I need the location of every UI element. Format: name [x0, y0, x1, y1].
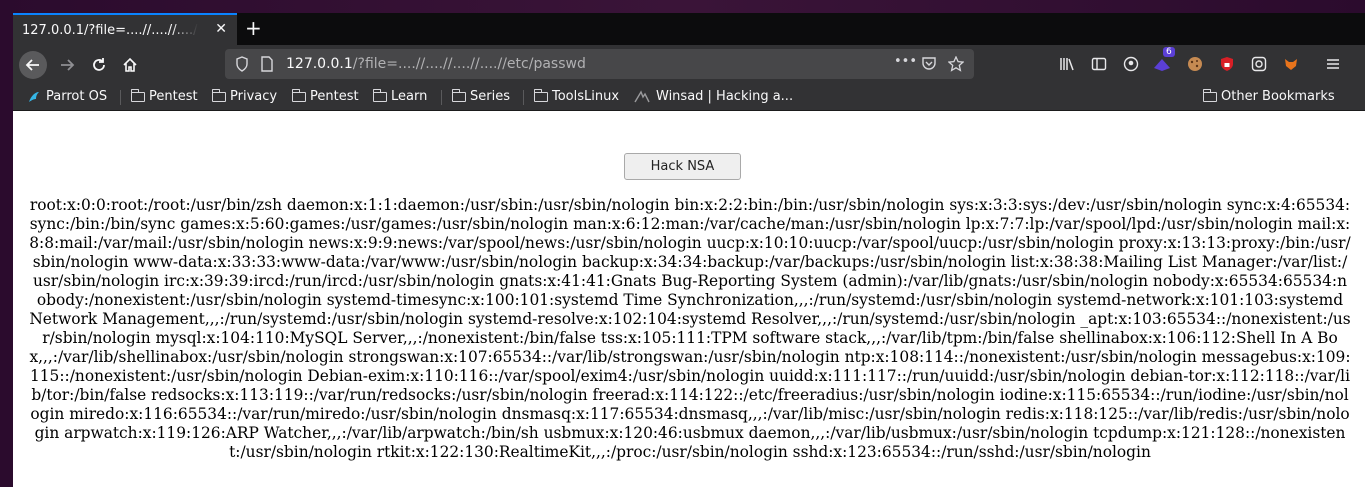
forward-button[interactable]	[53, 51, 81, 79]
page-actions-icon[interactable]: •••	[894, 54, 917, 69]
close-tab-icon[interactable]: ✕	[215, 21, 227, 37]
cookie-icon[interactable]	[1187, 56, 1203, 76]
folder-icon	[373, 88, 387, 102]
screenshot-icon[interactable]	[1251, 56, 1267, 76]
browser-window: 127.0.0.1/?file=....//....//....//....//…	[13, 13, 1365, 487]
bookmark-label: ToolsLinux	[552, 89, 620, 104]
hack-nsa-button[interactable]: Hack NSA	[624, 153, 741, 180]
bookmark-parrot-os[interactable]: Parrot OS	[27, 89, 107, 104]
bookmark-label: Series	[470, 89, 510, 104]
bookmark-label: Privacy	[230, 89, 278, 104]
ublock-icon[interactable]	[1219, 56, 1235, 76]
winsad-favicon-icon	[634, 89, 650, 102]
folder-icon	[1203, 88, 1217, 102]
page-content: Hack NSA root:x:0:0:root:/root:/usr/bin/…	[13, 111, 1365, 487]
url-host: 127.0.0.1	[286, 56, 353, 72]
bookmark-folder-toolslinux[interactable]: ToolsLinux	[534, 88, 620, 104]
pocket-icon[interactable]	[921, 56, 937, 76]
folder-icon	[452, 88, 466, 102]
bookmark-label: Other Bookmarks	[1221, 89, 1335, 104]
reload-button[interactable]	[85, 51, 113, 79]
bookmark-label: Pentest	[310, 89, 359, 104]
bookmark-star-icon[interactable]	[947, 55, 965, 76]
bookmark-separator	[120, 90, 121, 105]
new-tab-icon[interactable]: +	[245, 16, 262, 40]
bookmark-folder-other[interactable]: Other Bookmarks	[1203, 88, 1335, 104]
back-button[interactable]	[19, 51, 47, 79]
active-tab[interactable]: 127.0.0.1/?file=....//....//....//....//…	[13, 13, 237, 45]
folder-icon	[534, 88, 548, 102]
menu-hamburger-icon[interactable]	[1325, 56, 1341, 76]
account-icon[interactable]	[1123, 56, 1139, 76]
address-bar[interactable]: 127.0.0.1/?file=....//....//....//....//…	[225, 49, 974, 79]
bookmark-folder-pentest-2[interactable]: Pentest	[292, 88, 359, 104]
back-arrow-icon	[25, 59, 39, 71]
bookmark-label: Parrot OS	[46, 89, 108, 104]
bookmark-separator	[441, 90, 442, 105]
bookmark-folder-series[interactable]: Series	[452, 88, 510, 104]
page-info-icon[interactable]	[261, 56, 273, 76]
sidebar-icon[interactable]	[1091, 56, 1107, 76]
home-button[interactable]	[116, 51, 144, 79]
bookmark-winsad[interactable]: Winsad | Hacking a...	[634, 89, 793, 104]
nav-bar: 127.0.0.1/?file=....//....//....//....//…	[13, 45, 1365, 85]
url-path: /?file=....//....//....//....//etc/passw…	[352, 56, 586, 72]
folder-icon	[212, 88, 226, 102]
extension-hat-icon[interactable]: 6	[1153, 47, 1175, 76]
library-icon[interactable]	[1059, 56, 1075, 76]
foxyproxy-icon[interactable]	[1283, 56, 1299, 76]
reload-icon	[93, 58, 105, 71]
tab-bar: 127.0.0.1/?file=....//....//....//....//…	[13, 13, 1365, 45]
bookmarks-toolbar: Parrot OS Pentest Privacy Pentest Learn …	[13, 85, 1365, 111]
bookmark-label: Pentest	[149, 89, 198, 104]
bookmark-label: Winsad | Hacking a...	[656, 89, 794, 104]
forward-arrow-icon	[61, 59, 75, 71]
bookmark-folder-privacy[interactable]: Privacy	[212, 88, 278, 104]
bookmark-folder-learn[interactable]: Learn	[373, 88, 428, 104]
url-text[interactable]: 127.0.0.1/?file=....//....//....//....//…	[286, 56, 586, 72]
extension-badge: 6	[1163, 47, 1175, 57]
folder-icon	[131, 88, 145, 102]
tab-title: 127.0.0.1/?file=....//....//....//....//…	[22, 22, 198, 38]
bookmark-folder-pentest[interactable]: Pentest	[131, 88, 198, 104]
bookmark-label: Learn	[391, 89, 428, 104]
passwd-output: root:x:0:0:root:/root:/usr/bin/zsh daemo…	[29, 196, 1351, 461]
folder-icon	[292, 88, 306, 102]
home-icon	[123, 57, 137, 72]
parrot-icon	[29, 91, 39, 102]
bookmark-separator	[523, 90, 524, 105]
shield-icon[interactable]	[235, 56, 249, 76]
